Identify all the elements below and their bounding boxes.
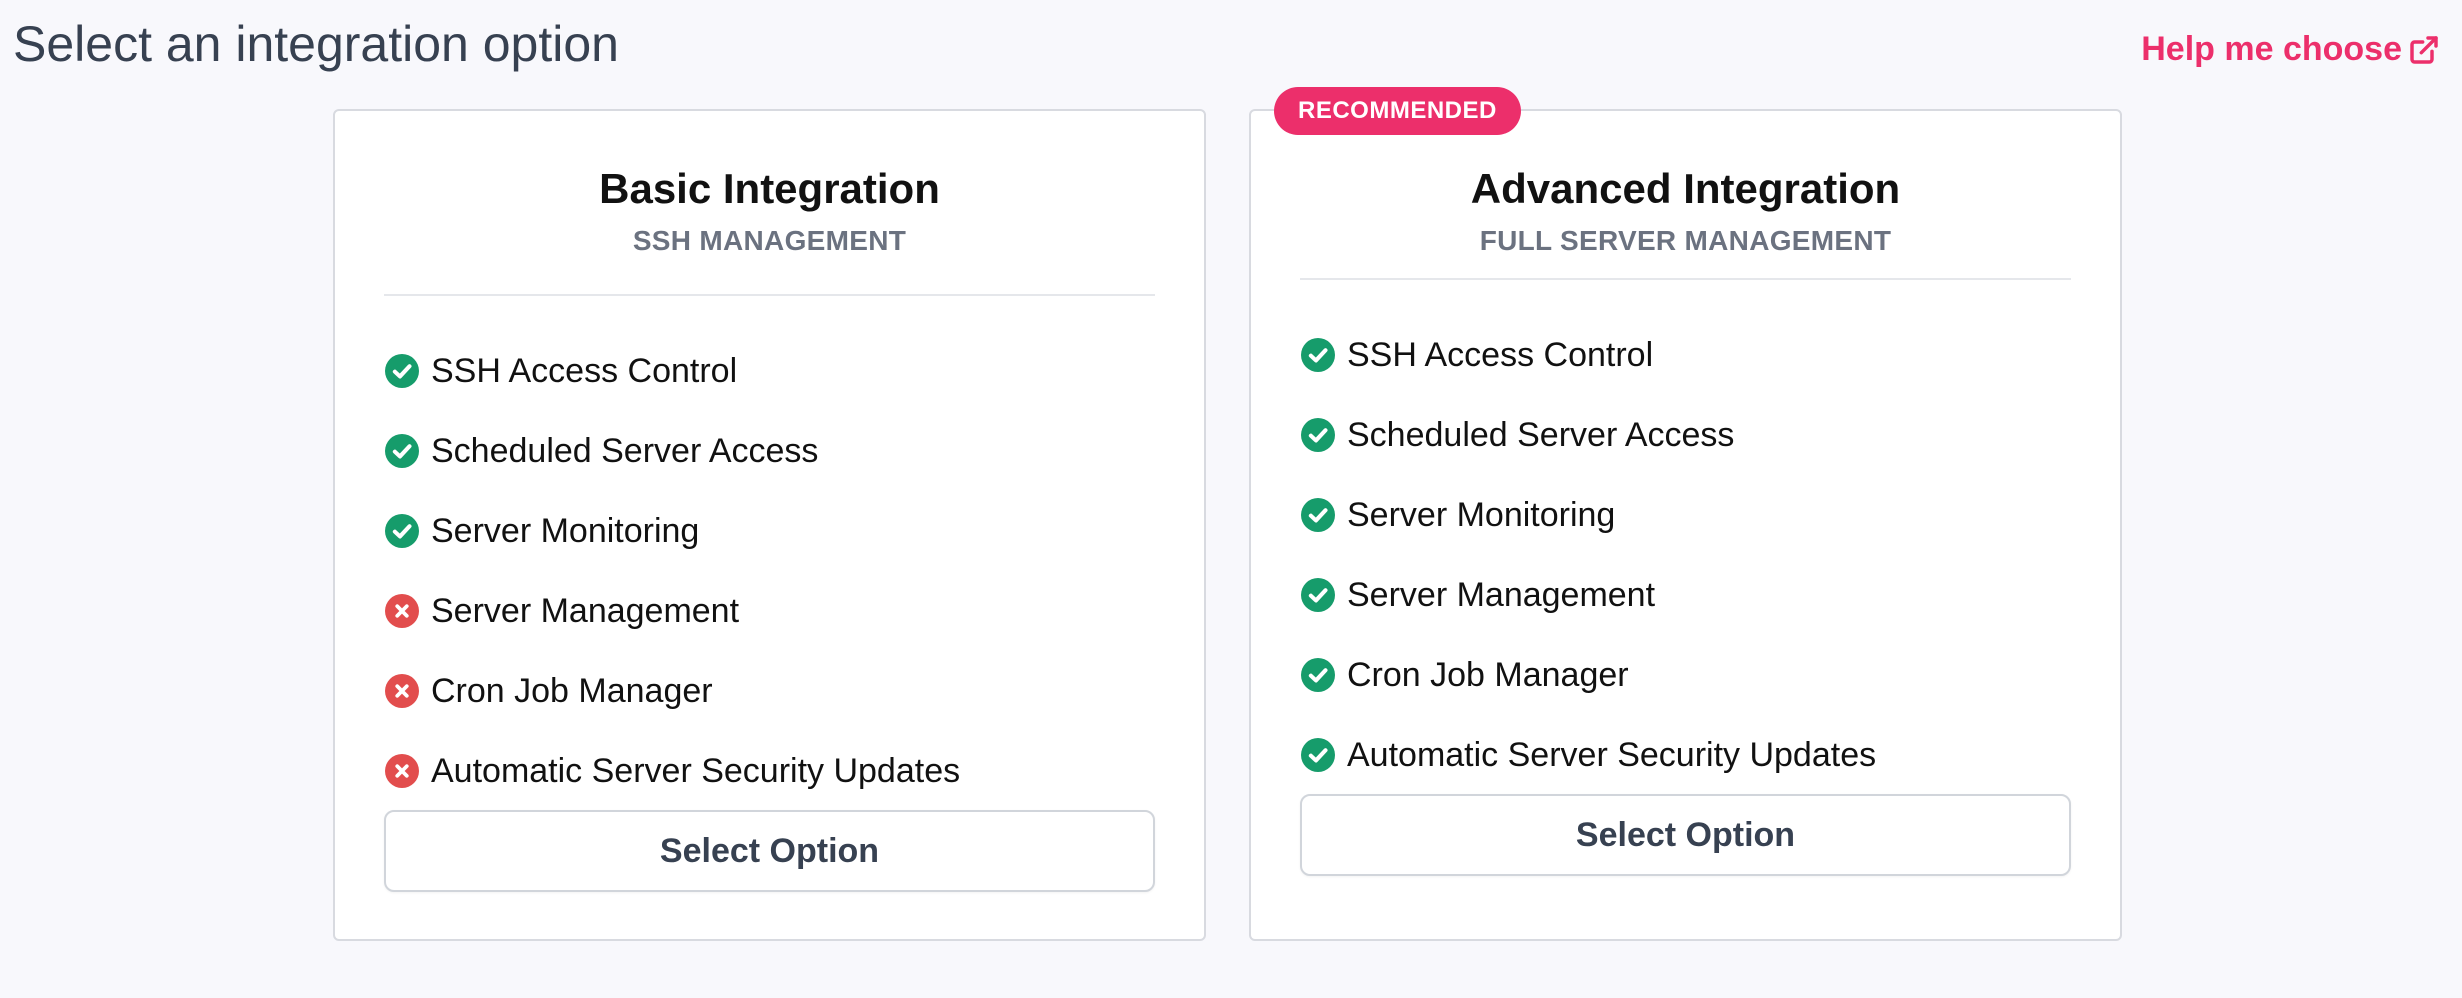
feature-label: Cron Job Manager	[1347, 655, 1629, 694]
feature-item: Automatic Server Security Updates	[1301, 715, 2070, 795]
external-link-icon	[2410, 35, 2438, 64]
divider	[1300, 278, 2071, 280]
check-circle-icon	[1301, 418, 1335, 452]
plan-card-advanced: RECOMMENDED Advanced Integration FULL SE…	[1249, 87, 2122, 941]
feature-item: Scheduled Server Access	[1301, 395, 2070, 475]
check-circle-icon	[385, 434, 419, 468]
check-circle-icon	[1301, 658, 1335, 692]
x-circle-icon	[385, 754, 419, 788]
check-circle-icon	[1301, 498, 1335, 532]
check-circle-icon	[1301, 578, 1335, 612]
feature-label: Server Management	[1347, 575, 1656, 614]
feature-label: Server Management	[431, 591, 740, 630]
plan-card-basic: Basic Integration SSH MANAGEMENT SSH Acc…	[333, 109, 1206, 941]
select-option-button-basic[interactable]: Select Option	[384, 810, 1155, 892]
feature-item: SSH Access Control	[1301, 315, 2070, 395]
feature-label: Automatic Server Security Updates	[1347, 735, 1877, 774]
feature-label: Server Monitoring	[431, 511, 700, 550]
plan-subtitle: SSH MANAGEMENT	[632, 225, 907, 256]
feature-item: Server Management	[1301, 555, 2070, 635]
feature-label: SSH Access Control	[1347, 335, 1654, 374]
feature-item: Server Monitoring	[385, 491, 1154, 571]
feature-label: Cron Job Manager	[431, 671, 713, 710]
feature-item: Automatic Server Security Updates	[385, 731, 1154, 811]
feature-list: SSH Access Control Scheduled Server Acces…	[385, 331, 1154, 811]
help-link-label: Help me choose	[2141, 30, 2402, 68]
feature-item: SSH Access Control	[385, 331, 1154, 411]
feature-item: Scheduled Server Access	[385, 411, 1154, 491]
plan-title: Basic Integration	[599, 165, 940, 212]
feature-item: Cron Job Manager	[385, 651, 1154, 731]
x-circle-icon	[385, 594, 419, 628]
feature-label: Scheduled Server Access	[431, 431, 819, 470]
feature-label: Scheduled Server Access	[1347, 415, 1735, 454]
recommended-badge: RECOMMENDED	[1274, 87, 1521, 135]
check-circle-icon	[1301, 738, 1335, 772]
feature-label: Server Monitoring	[1347, 495, 1616, 534]
divider	[384, 294, 1155, 296]
feature-label: SSH Access Control	[431, 351, 738, 390]
check-circle-icon	[385, 354, 419, 388]
select-option-button-advanced[interactable]: Select Option	[1300, 794, 2071, 876]
check-circle-icon	[385, 514, 419, 548]
help-me-choose-link[interactable]: Help me choose	[2141, 30, 2440, 69]
feature-list: SSH Access Control Scheduled Server Acces…	[1301, 315, 2070, 795]
plan-title: Advanced Integration	[1470, 165, 1901, 212]
check-circle-icon	[1301, 338, 1335, 372]
feature-label: Automatic Server Security Updates	[431, 751, 961, 790]
feature-item: Server Monitoring	[1301, 475, 2070, 555]
feature-item: Cron Job Manager	[1301, 635, 2070, 715]
feature-item: Server Management	[385, 571, 1154, 651]
x-circle-icon	[385, 674, 419, 708]
page-title: Select an integration option	[13, 16, 619, 72]
plan-subtitle: FULL SERVER MANAGEMENT	[1479, 225, 1892, 256]
